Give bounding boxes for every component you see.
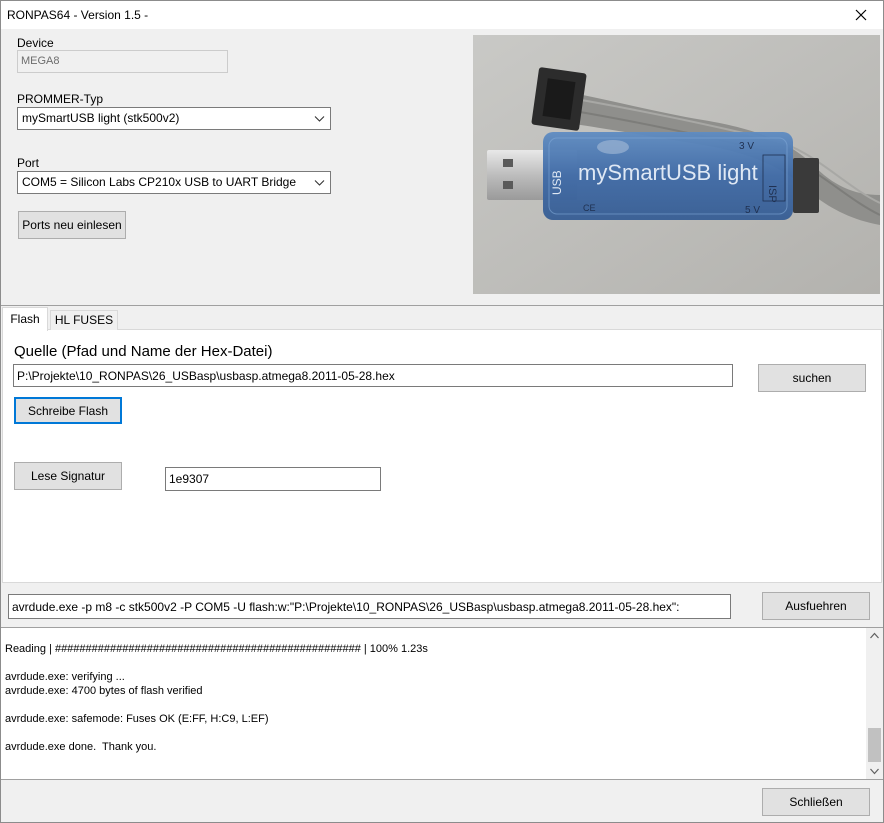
write-flash-button[interactable]: Schreibe Flash — [14, 397, 122, 424]
port-select[interactable]: COM5 = Silicon Labs CP210x USB to UART B… — [17, 171, 331, 194]
tab-hl-fuses[interactable]: HL FUSES — [50, 310, 118, 330]
ports-reload-button[interactable]: Ports neu einlesen — [18, 211, 126, 239]
prommer-type-select[interactable]: mySmartUSB light (stk500v2) — [17, 107, 331, 130]
execute-button[interactable]: Ausfuehren — [762, 592, 870, 620]
device-field: MEGA8 — [17, 50, 228, 73]
photo-isp-text: ISP — [766, 185, 778, 203]
prommer-type-label: PROMMER-Typ — [17, 92, 104, 106]
window-title: RONPAS64 - Version 1.5 - — [7, 8, 149, 22]
photo-usb-text: USB — [550, 170, 564, 195]
programmer-photo: mySmartUSB light 3 V 5 V ISP CE USB — [473, 35, 880, 294]
photo-5v-text: 5 V — [745, 205, 760, 216]
source-path-input[interactable]: P:\Projekte\10_RONPAS\26_USBasp\usbasp.a… — [13, 364, 733, 387]
log-scrollbar[interactable] — [866, 628, 883, 779]
scroll-up-icon[interactable] — [870, 632, 879, 639]
chevron-down-icon — [314, 116, 325, 122]
device-label: Device — [17, 36, 54, 50]
scroll-thumb[interactable] — [868, 728, 881, 762]
photo-brand-text: mySmartUSB light — [578, 160, 758, 185]
search-button[interactable]: suchen — [758, 364, 866, 392]
photo-3v-text: 3 V — [739, 141, 754, 152]
prommer-type-value: mySmartUSB light (stk500v2) — [22, 111, 180, 125]
port-value: COM5 = Silicon Labs CP210x USB to UART B… — [22, 175, 297, 189]
scroll-down-icon[interactable] — [870, 768, 879, 775]
close-icon — [855, 9, 867, 21]
separator — [1, 305, 883, 306]
close-window-button[interactable] — [839, 1, 883, 29]
title-bar: RONPAS64 - Version 1.5 - — [1, 1, 883, 29]
port-label: Port — [17, 156, 40, 170]
source-label: Quelle (Pfad und Name der Hex-Datei) — [14, 343, 273, 360]
tab-flash[interactable]: Flash — [2, 307, 48, 331]
photo-ce-text: CE — [583, 203, 596, 213]
chevron-down-icon — [314, 180, 325, 186]
read-signature-button[interactable]: Lese Signatur — [14, 462, 122, 490]
command-input[interactable]: avrdude.exe -p m8 -c stk500v2 -P COM5 -U… — [8, 594, 731, 619]
output-log[interactable]: Reading | ##############################… — [1, 627, 883, 780]
close-button[interactable]: Schließen — [762, 788, 870, 816]
log-text: Reading | ##############################… — [5, 643, 428, 753]
signature-field[interactable]: 1e9307 — [165, 467, 381, 491]
